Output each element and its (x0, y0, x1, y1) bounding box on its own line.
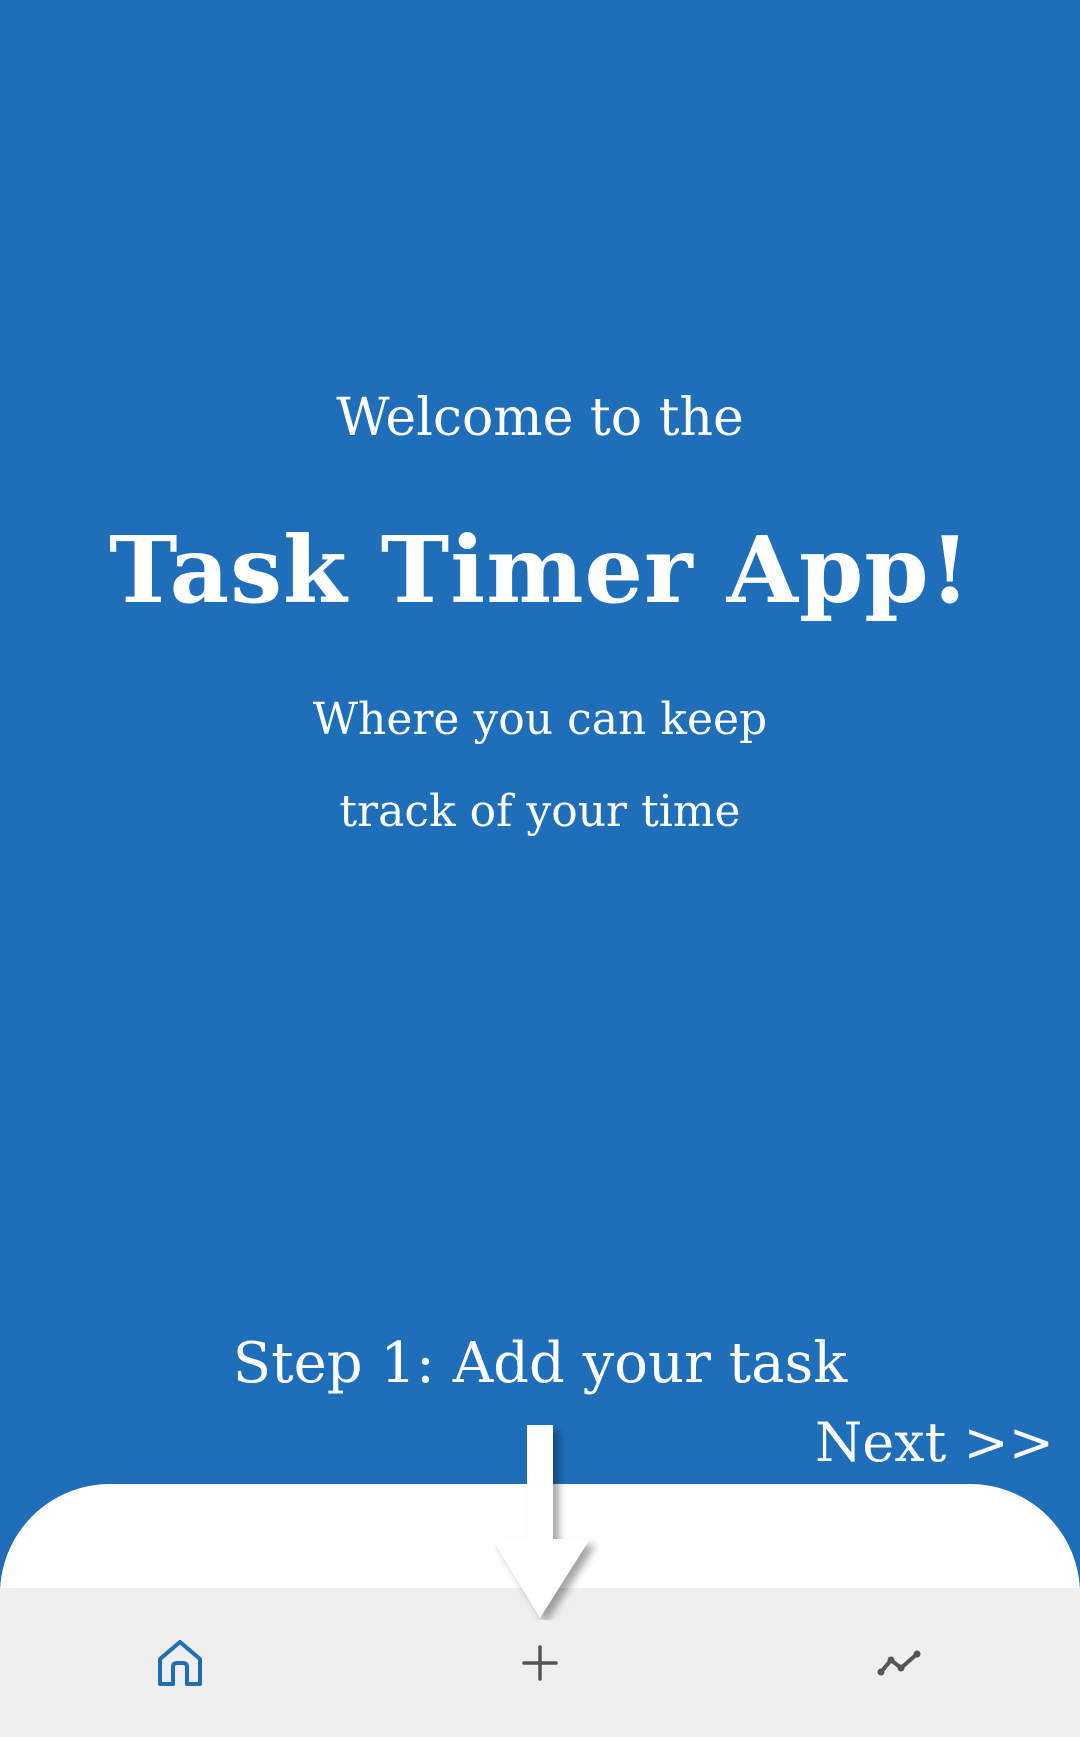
trend-line-icon (877, 1650, 921, 1675)
step-instruction: Step 1: Add your task (232, 1331, 848, 1396)
bottom-navigation-bar (0, 1588, 1080, 1737)
onboarding-screen: Welcome to the Task Timer App! Where you… (0, 0, 1080, 1737)
tagline-line-1: Where you can keep (312, 694, 768, 745)
plus-icon (522, 1644, 558, 1681)
nav-home-button[interactable] (120, 1588, 240, 1737)
nav-stats-button[interactable] (840, 1588, 960, 1737)
next-button[interactable]: Next >> (815, 1408, 1054, 1478)
home-icon (158, 1639, 202, 1686)
nav-add-task-button[interactable] (480, 1588, 600, 1737)
tagline-line-2: track of your time (339, 786, 741, 837)
welcome-text: Welcome to the (336, 388, 744, 448)
app-title: Task Timer App! (108, 516, 972, 624)
